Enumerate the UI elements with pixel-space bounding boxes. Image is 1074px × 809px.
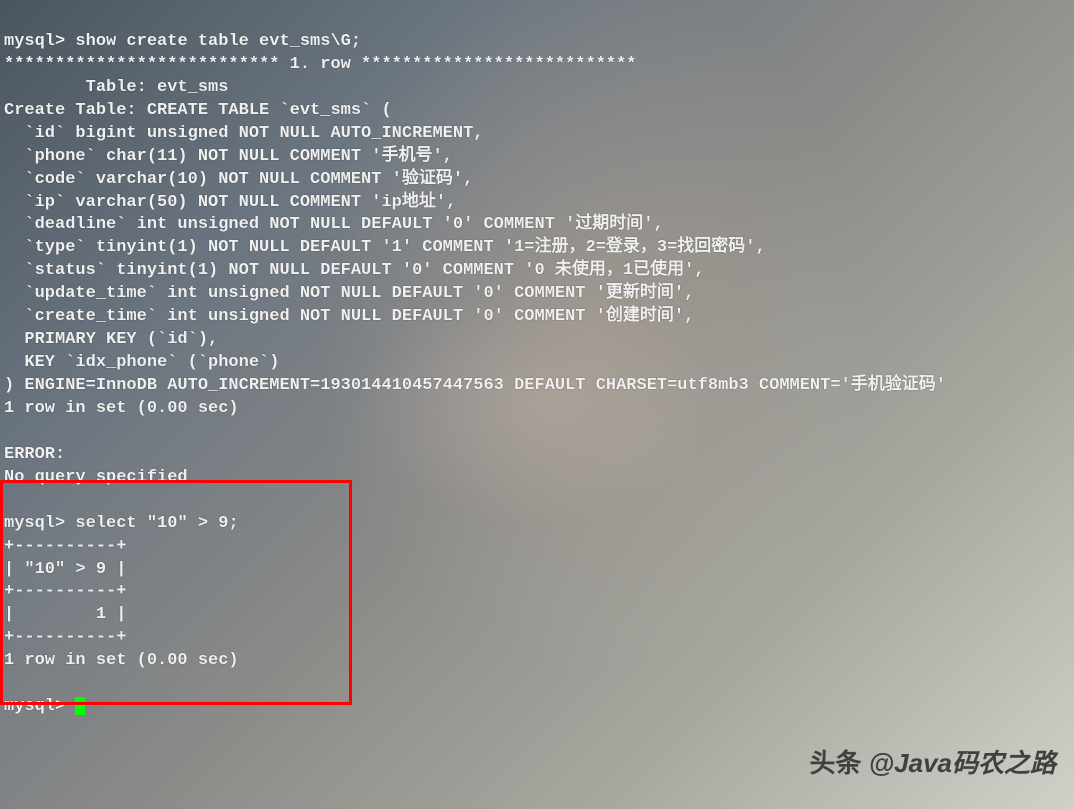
col-type: `type` tinyint(1) NOT NULL DEFAULT '1' C… [4, 238, 766, 257]
rows-in-set-2: 1 row in set (0.00 sec) [4, 651, 239, 670]
command-select: select "10" > 9; [75, 514, 238, 533]
prompt: mysql> show create table evt_sms\G; [4, 32, 361, 51]
col-ip: `ip` varchar(50) NOT NULL COMMENT 'ip地址'… [4, 193, 456, 212]
terminal-output: mysql> show create table evt_sms\G; ****… [0, 0, 1074, 727]
watermark-prefix: 头条 [810, 748, 862, 778]
prompt: mysql> select "10" > 9; [4, 514, 239, 533]
table-name-line: Table: evt_sms [4, 78, 228, 97]
table-header: | "10" > 9 | [4, 560, 126, 579]
col-phone: `phone` char(11) NOT NULL COMMENT '手机号', [4, 147, 453, 166]
col-create-time: `create_time` int unsigned NOT NULL DEFA… [4, 307, 694, 326]
col-deadline: `deadline` int unsigned NOT NULL DEFAULT… [4, 215, 664, 234]
col-update-time: `update_time` int unsigned NOT NULL DEFA… [4, 284, 694, 303]
table-border: +----------+ [4, 628, 126, 647]
error-label: ERROR: [4, 445, 65, 464]
watermark: 头条 @Java码农之路 [810, 746, 1056, 781]
table-border: +----------+ [4, 537, 126, 556]
cursor-block[interactable] [75, 697, 85, 715]
col-code: `code` varchar(10) NOT NULL COMMENT '验证码… [4, 170, 473, 189]
rows-in-set-1: 1 row in set (0.00 sec) [4, 399, 239, 418]
table-row: | 1 | [4, 605, 126, 624]
no-query-line: No query specified [4, 468, 188, 487]
watermark-handle: @Java码农之路 [869, 748, 1056, 778]
command-show-create: show create table evt_sms\G; [75, 32, 361, 51]
create-table-line: Create Table: CREATE TABLE `evt_sms` ( [4, 101, 392, 120]
col-id: `id` bigint unsigned NOT NULL AUTO_INCRE… [4, 124, 483, 143]
prompt: mysql> [4, 697, 85, 716]
engine-line: ) ENGINE=InnoDB AUTO_INCREMENT=193014410… [4, 376, 946, 395]
index-key: KEY `idx_phone` (`phone`) [4, 353, 279, 372]
row-separator: *************************** 1. row *****… [4, 55, 637, 74]
table-border: +----------+ [4, 582, 126, 601]
primary-key: PRIMARY KEY (`id`), [4, 330, 218, 349]
col-status: `status` tinyint(1) NOT NULL DEFAULT '0'… [4, 261, 705, 280]
